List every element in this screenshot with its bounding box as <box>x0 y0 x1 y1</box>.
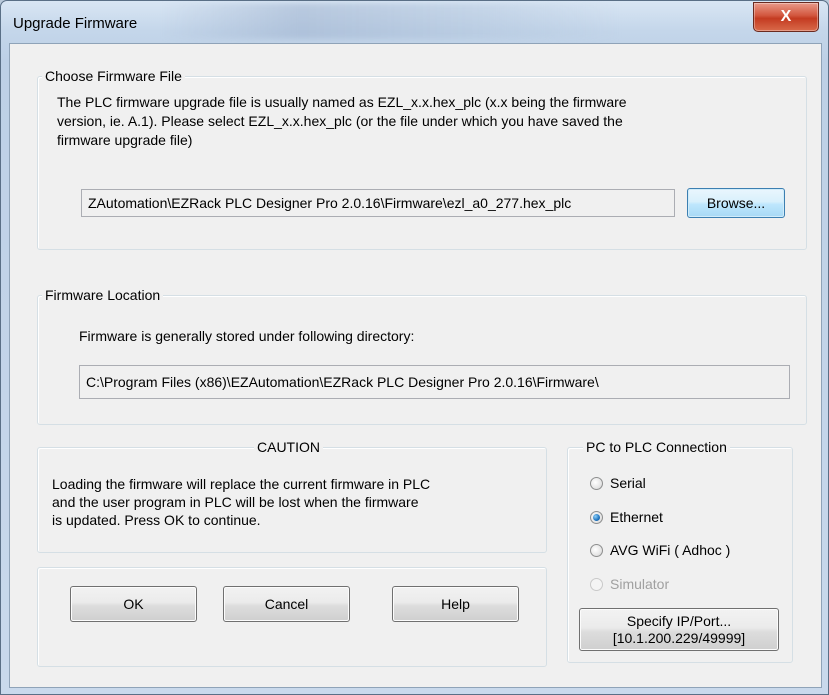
current-ip-port-value: [10.1.200.229/49999] <box>612 629 746 646</box>
ok-button[interactable]: OK <box>70 586 197 622</box>
choose-firmware-group-label: Choose Firmware File <box>42 68 185 84</box>
background-blur <box>161 3 621 39</box>
radio-serial[interactable]: Serial <box>590 475 646 491</box>
window-title: Upgrade Firmware <box>13 15 138 32</box>
connection-group-label: PC to PLC Connection <box>583 439 730 455</box>
browse-button[interactable]: Browse... <box>687 188 785 218</box>
choose-firmware-description-line2: version, ie. A.1). Please select EZL_x.x… <box>57 113 623 129</box>
close-icon: X <box>780 8 792 25</box>
specify-ip-port-button[interactable]: Specify IP/Port... [10.1.200.229/49999] <box>579 608 779 651</box>
help-button[interactable]: Help <box>392 586 519 622</box>
choose-firmware-description-line3: firmware upgrade file) <box>57 132 193 148</box>
radio-serial-button[interactable] <box>590 476 603 490</box>
choose-firmware-description-line1: The PLC firmware upgrade file is usually… <box>57 94 627 110</box>
caution-line1: Loading the firmware will replace the cu… <box>52 476 431 492</box>
radio-avg-wifi-button[interactable] <box>590 543 603 557</box>
cancel-button[interactable]: Cancel <box>223 586 350 622</box>
radio-ethernet-label: Ethernet <box>610 509 663 525</box>
title-bar[interactable]: Upgrade Firmware X <box>1 1 828 43</box>
caution-line2: and the user program in PLC will be lost… <box>52 494 419 510</box>
caution-line3: is updated. Press OK to continue. <box>52 512 261 528</box>
specify-ip-port-label: Specify IP/Port... <box>626 612 732 629</box>
radio-avg-wifi-label: AVG WiFi ( Adhoc ) <box>610 542 731 558</box>
radio-ethernet-button[interactable] <box>590 510 603 524</box>
firmware-file-path-field[interactable]: ZAutomation\EZRack PLC Designer Pro 2.0.… <box>81 189 675 217</box>
radio-avg-wifi[interactable]: AVG WiFi ( Adhoc ) <box>590 542 730 558</box>
action-buttons-group: OK Cancel Help <box>37 567 547 667</box>
dialog-client-area: Choose Firmware File The PLC firmware up… <box>9 43 822 688</box>
radio-serial-label: Serial <box>610 475 646 491</box>
radio-simulator: Simulator <box>590 576 669 592</box>
upgrade-firmware-dialog: Upgrade Firmware X Choose Firmware File … <box>0 0 829 695</box>
firmware-location-group-label: Firmware Location <box>42 287 164 303</box>
caution-group-label: CAUTION <box>254 439 323 455</box>
radio-simulator-button <box>590 577 603 591</box>
radio-ethernet[interactable]: Ethernet <box>590 509 663 525</box>
radio-selected-dot <box>593 513 600 521</box>
connection-group: PC to PLC Connection Serial Ethernet AVG… <box>567 439 793 663</box>
caution-group: CAUTION Loading the firmware will replac… <box>37 439 547 553</box>
radio-simulator-label: Simulator <box>610 576 670 592</box>
close-button[interactable]: X <box>753 2 819 32</box>
firmware-location-group: Firmware Location Firmware is generally … <box>37 287 807 425</box>
firmware-location-path-field: C:\Program Files (x86)\EZAutomation\EZRa… <box>79 365 790 399</box>
firmware-location-description: Firmware is generally stored under follo… <box>79 328 415 344</box>
choose-firmware-group: Choose Firmware File The PLC firmware up… <box>37 68 807 250</box>
